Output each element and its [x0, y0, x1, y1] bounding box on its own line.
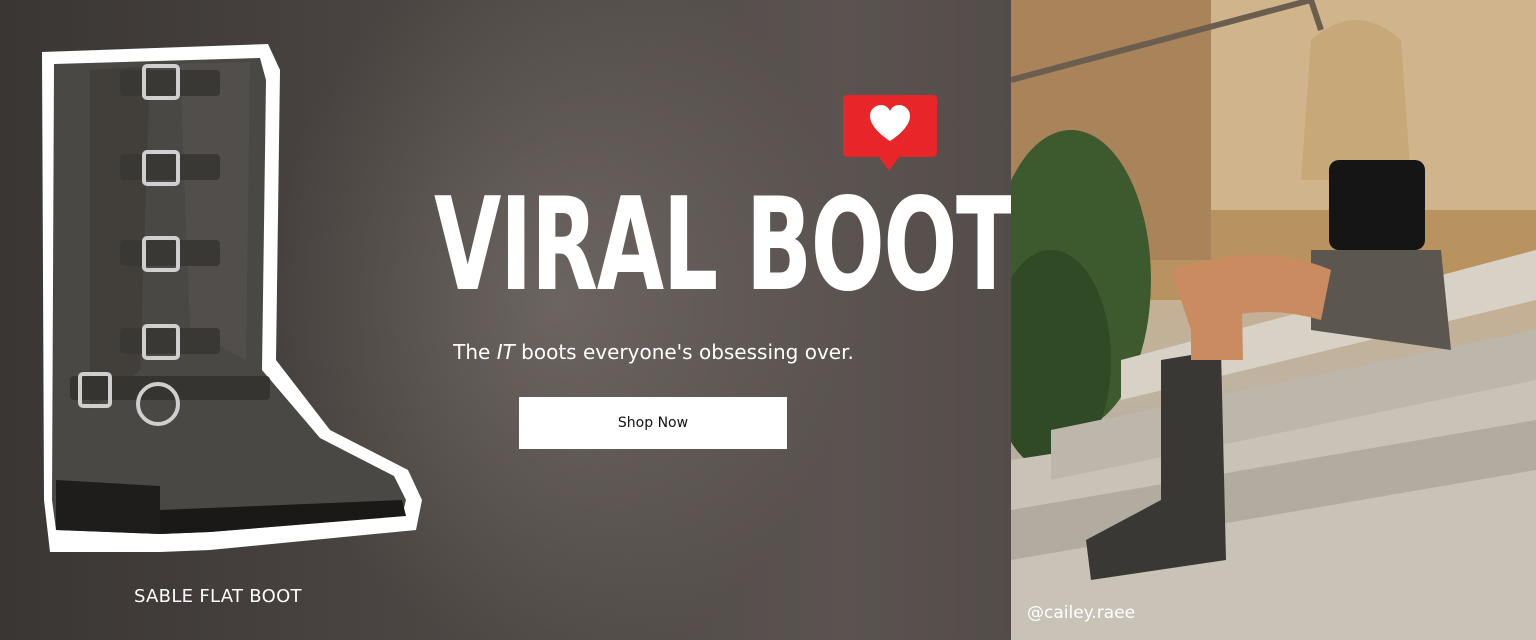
subhead-prefix: The: [453, 340, 497, 364]
boot-illustration: [42, 44, 422, 552]
headline: VIRAL BOOTS: [434, 171, 1077, 320]
heart-badge: [843, 95, 937, 173]
heart-icon: [843, 95, 937, 171]
lifestyle-photo[interactable]: [1011, 0, 1536, 640]
subhead-emphasis: IT: [496, 340, 515, 364]
lifestyle-scene: [1011, 0, 1536, 640]
hero-banner[interactable]: SABLE FLAT BOOT VIRAL BOOTS The IT boots…: [0, 0, 1536, 640]
subhead-suffix: boots everyone's obsessing over.: [514, 340, 854, 364]
product-name[interactable]: SABLE FLAT BOOT: [134, 586, 302, 607]
instagram-handle[interactable]: @cailey.raee: [1027, 603, 1135, 623]
subheadline: The IT boots everyone's obsessing over.: [440, 340, 867, 364]
product-image[interactable]: SABLE FLAT BOOT: [30, 30, 430, 607]
shop-now-button[interactable]: Shop Now: [519, 397, 787, 449]
